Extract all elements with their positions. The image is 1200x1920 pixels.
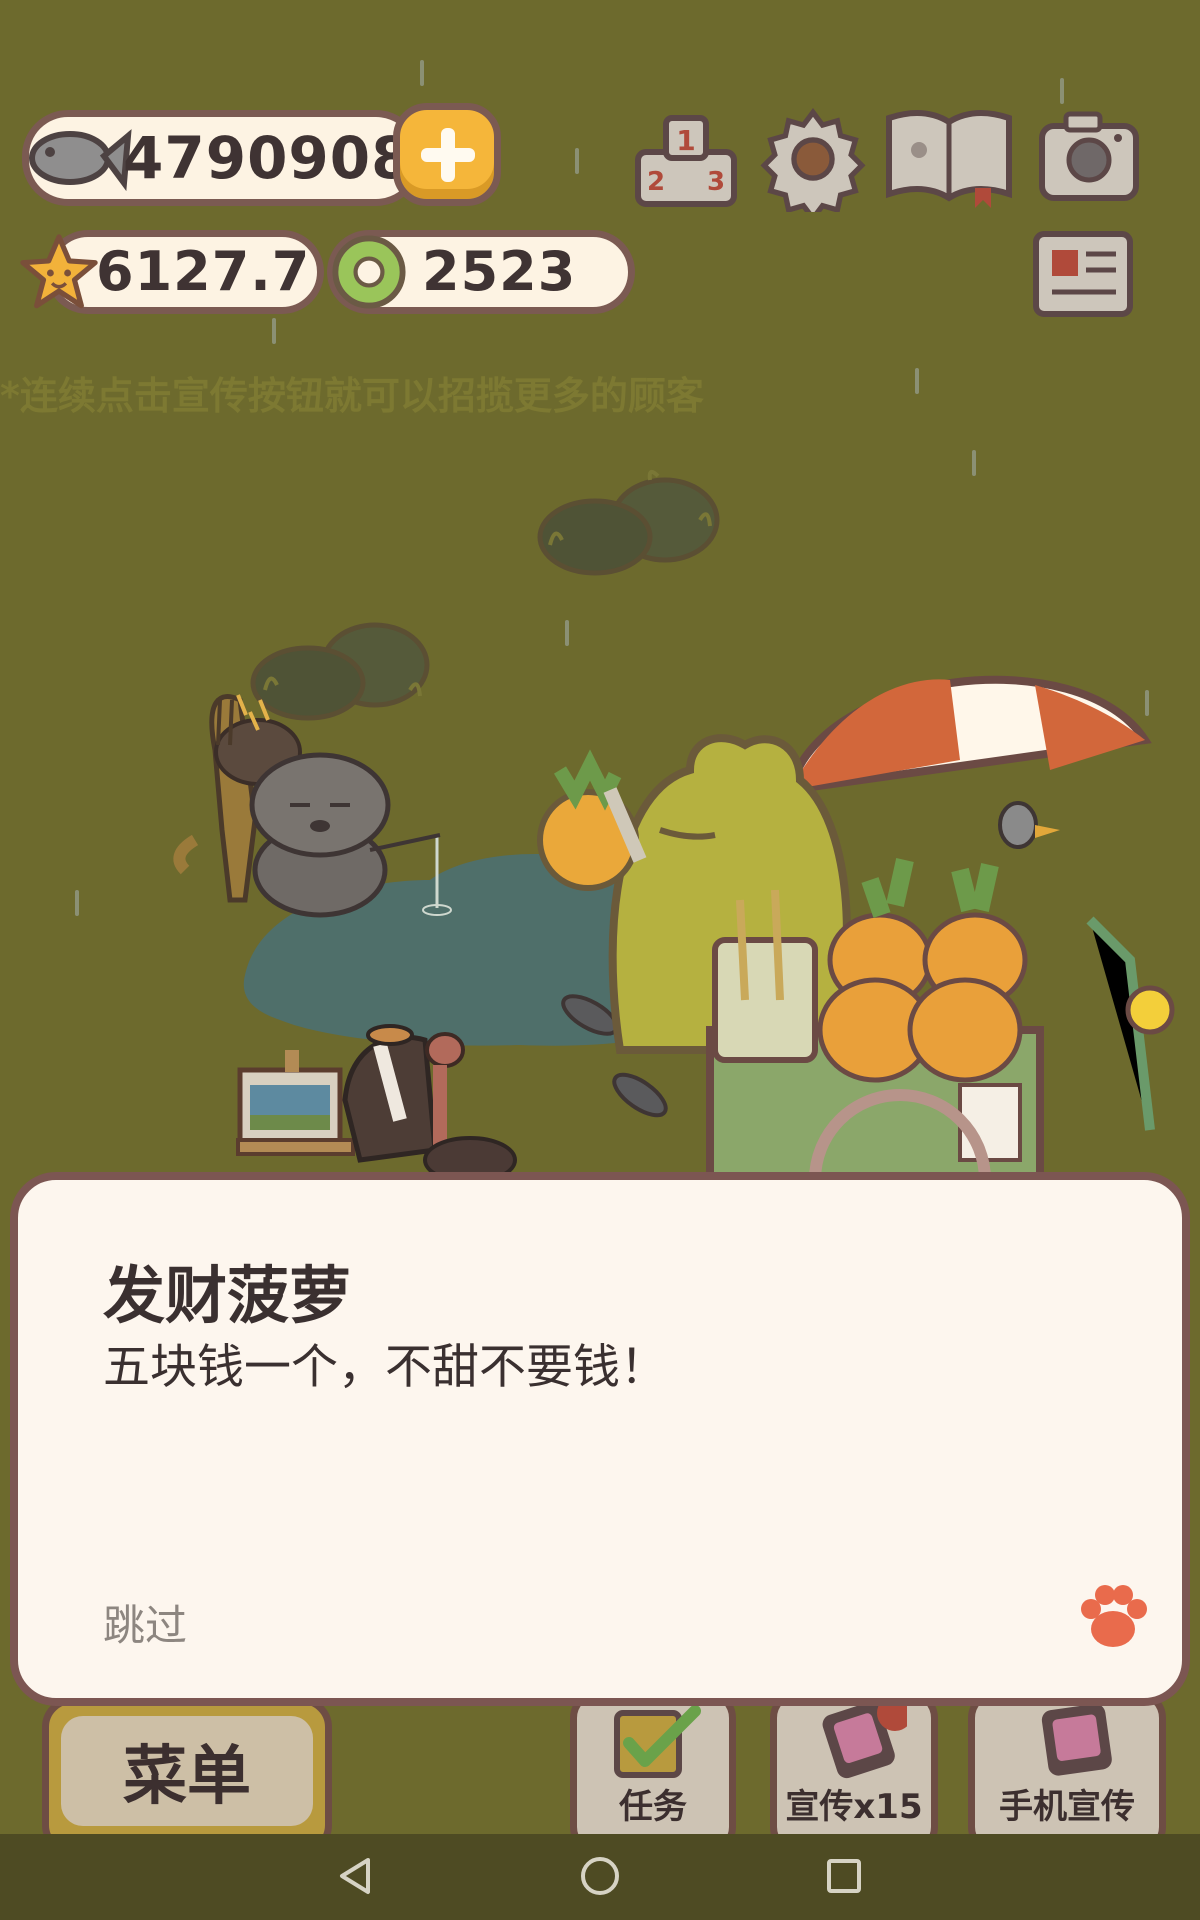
phone-promote-button[interactable]: 手机宣传	[968, 1690, 1166, 1855]
skip-button[interactable]: 跳过	[103, 1592, 187, 1653]
newspaper-icon[interactable]	[1030, 226, 1136, 322]
svg-text:2: 2	[647, 167, 665, 197]
book-icon[interactable]	[883, 104, 1015, 210]
promote-button[interactable]: 宣传x15	[770, 1690, 938, 1855]
dialogue-box[interactable]: 发财菠萝 五块钱一个，不甜不要钱！ 跳过	[10, 1172, 1190, 1706]
menu-button[interactable]: 菜单	[42, 1697, 332, 1855]
task-label: 任务	[619, 1787, 687, 1827]
star-icon	[20, 234, 98, 309]
phone-icon	[1041, 1703, 1112, 1776]
promote-label: 宣传x15	[785, 1787, 923, 1827]
podium-icon[interactable]: 1 2 3	[632, 108, 740, 208]
phone-promote-label: 手机宣传	[999, 1787, 1135, 1827]
menu-button-label: 菜单	[61, 1716, 313, 1826]
fish-icon	[29, 129, 132, 192]
svg-text:1: 1	[676, 124, 695, 157]
ring-icon	[332, 235, 406, 309]
back-icon[interactable]	[334, 1854, 378, 1898]
recents-icon[interactable]	[822, 1854, 866, 1898]
ostrich	[423, 1032, 517, 1184]
promotion-tip: *连续点击宣传按钮就可以招揽更多的顾客	[0, 374, 704, 418]
badger-painter	[342, 1024, 438, 1163]
rocks-lower	[250, 622, 430, 721]
camera-icon[interactable]	[1036, 108, 1142, 204]
system-nav-bar	[0, 1834, 1200, 1920]
add-fish-button[interactable]	[393, 103, 501, 206]
paw-icon[interactable]	[1073, 1577, 1153, 1657]
svg-text:3: 3	[707, 167, 725, 197]
home-icon[interactable]	[578, 1854, 622, 1898]
easel	[236, 1050, 355, 1156]
fish-count: 4790908	[123, 124, 413, 192]
star-rating-value: 6127.7	[96, 240, 311, 303]
gear-icon[interactable]	[760, 106, 866, 212]
checkbox-icon	[614, 1705, 701, 1778]
phone-icon	[822, 1701, 907, 1779]
dialog-title: 发财菠萝	[103, 1259, 352, 1332]
dialog-body: 五块钱一个，不甜不要钱！	[103, 1340, 667, 1395]
rocks-upper	[537, 469, 720, 576]
game-scene: 4790908 6127.7 2523 1 2 3 *连续点击宣传按钮就可以招揽…	[0, 0, 1200, 1920]
task-button[interactable]: 任务	[570, 1690, 736, 1855]
ring-count: 2523	[422, 240, 577, 303]
